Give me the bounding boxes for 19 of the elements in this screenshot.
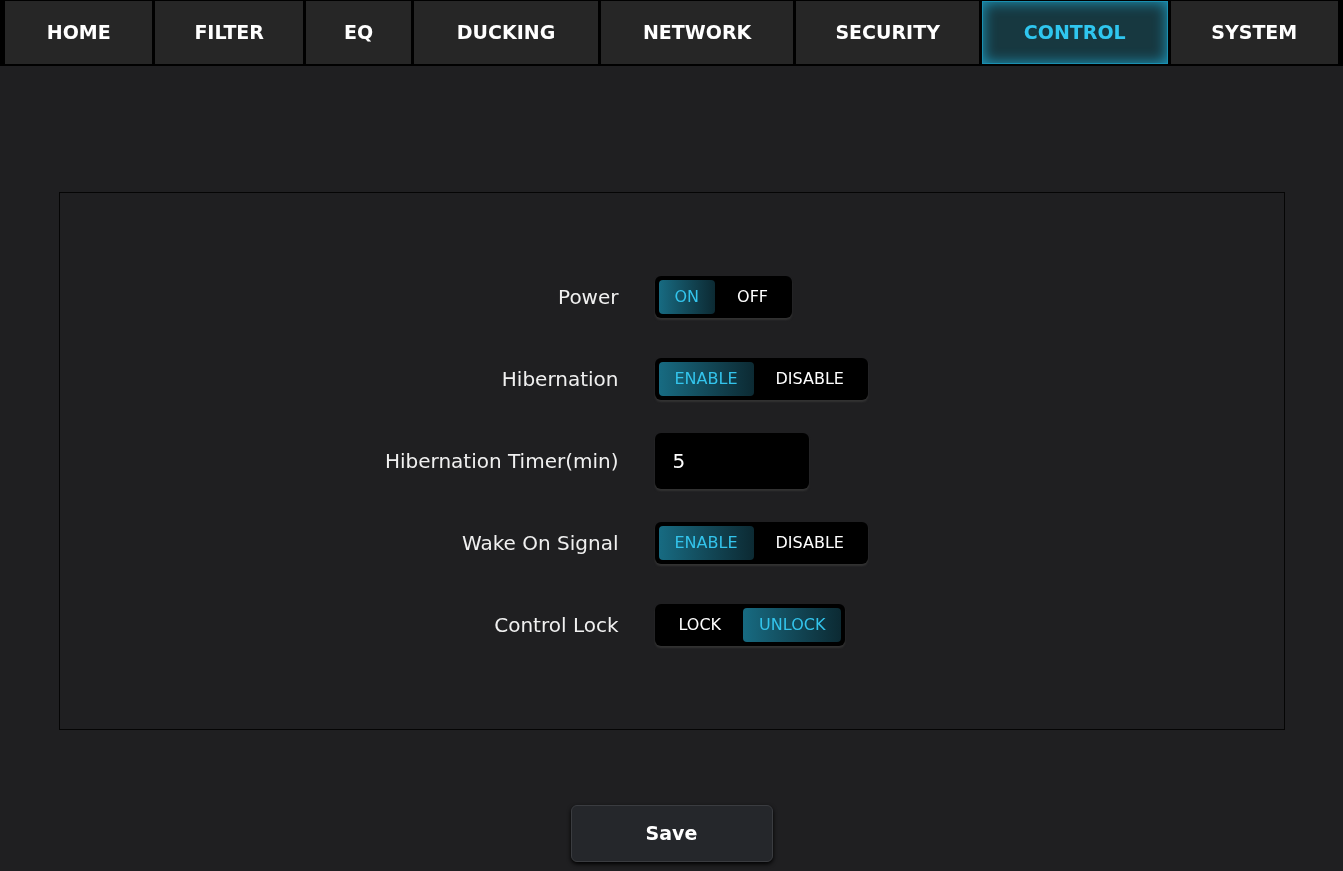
save-button[interactable]: Save <box>570 805 773 862</box>
tab[interactable]: FILTER <box>155 1 303 64</box>
tab[interactable]: EQ <box>305 1 412 64</box>
tab[interactable]: SECURITY <box>796 1 979 64</box>
setting-label: Hibernation Timer(min) <box>383 448 620 475</box>
tab[interactable]: CONTROL <box>981 1 1168 64</box>
tab[interactable]: NETWORK <box>600 1 794 64</box>
toggle-option[interactable]: ENABLE <box>658 362 754 396</box>
setting-label: Wake On Signal <box>461 530 620 557</box>
tab[interactable]: DUCKING <box>414 1 598 64</box>
toggle-option[interactable]: UNLOCK <box>743 608 842 642</box>
input-field[interactable]: 5 <box>654 433 809 489</box>
setting-label: Hibernation <box>500 366 620 393</box>
tab[interactable]: HOME <box>5 1 153 64</box>
setting-label: Power <box>557 284 620 311</box>
setting-label: Control Lock <box>493 612 620 639</box>
toggle-option[interactable]: ON <box>658 280 716 314</box>
tab[interactable]: SYSTEM <box>1170 1 1339 64</box>
toggle-option[interactable]: ENABLE <box>658 526 754 560</box>
